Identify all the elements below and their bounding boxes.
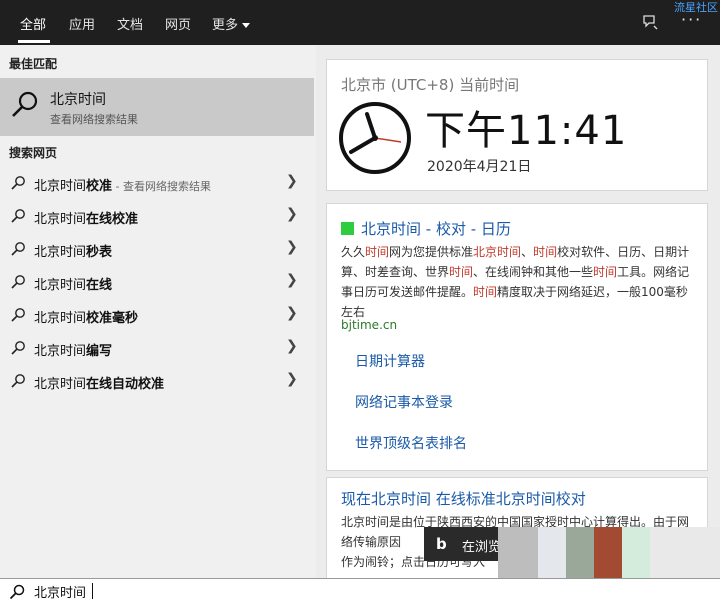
best-match-title: 北京时间 <box>50 92 106 108</box>
suggestion-text: 北京时间校准 - 查看网络搜索结果 <box>34 175 211 194</box>
clock-date: 2020年4月21日 <box>427 159 532 175</box>
chevron-right-icon[interactable]: ❯ <box>286 272 298 288</box>
suggestion-completion: 在线自动校准 <box>86 377 165 392</box>
suggestion-prefix: 北京时间 <box>34 344 87 359</box>
chevron-right-icon[interactable]: ❯ <box>286 206 298 222</box>
suggestion-completion: 在线校准 <box>86 212 139 227</box>
suggestion-prefix: 北京时间 <box>34 179 87 194</box>
search-icon <box>10 90 40 124</box>
suggestion-text: 北京时间在线自动校准 <box>34 373 164 392</box>
text-cursor <box>92 583 93 599</box>
search-icon <box>10 274 26 294</box>
search-icon <box>10 241 26 261</box>
preview-panel: 北京市 (UTC+8) 当前时间 下午11:41 2020年4月21日 北京时间… <box>316 45 720 578</box>
web-result-card: 北京时间 - 校对 - 日历 久久时间网为您提供标准北京时间、时间校对软件、日历… <box>326 203 708 471</box>
clock-time: 下午11:41 <box>425 108 628 154</box>
suggestion-item[interactable]: 北京时间在线自动校准 ❯ <box>0 365 314 398</box>
suggestion-completion: 秒表 <box>86 245 113 260</box>
result-title-link[interactable]: 北京时间 - 校对 - 日历 <box>361 218 511 239</box>
suggestion-prefix: 北京时间 <box>34 311 87 326</box>
search-icon <box>10 208 26 228</box>
suggestion-completion: 在线 <box>86 278 113 293</box>
watermark-text: 流星社区 <box>674 1 718 14</box>
suggestion-hint: - 查看网络搜索结果 <box>112 180 211 193</box>
suggestion-item[interactable]: 北京时间在线校准 ❯ <box>0 200 314 233</box>
search-icon <box>10 340 26 360</box>
result-url[interactable]: bjtime.cn <box>341 318 397 332</box>
result-snippet: 久久时间网为您提供标准北京时间、时间校对软件、日历、日期计算、时差查询、世界时间… <box>341 245 690 319</box>
suggestion-item[interactable]: 北京时间在线 ❯ <box>0 266 314 299</box>
search-icon <box>10 307 26 327</box>
tab-more-label: 更多 <box>212 18 239 33</box>
suggestion-completion: 校准毫秒 <box>86 311 139 326</box>
feedback-icon[interactable] <box>641 13 659 35</box>
clock-card: 北京市 (UTC+8) 当前时间 下午11:41 2020年4月21日 <box>326 59 708 191</box>
clock-city: 北京市 (UTC+8) 当前时间 <box>341 76 520 94</box>
tab-more[interactable]: 更多 <box>212 14 251 33</box>
suggestion-item[interactable]: 北京时间校准毫秒 ❯ <box>0 299 314 332</box>
tab-documents[interactable]: 文档 <box>117 14 143 33</box>
suggestion-completion: 编写 <box>86 344 113 359</box>
search-icon <box>10 175 26 195</box>
suggestion-item[interactable]: 北京时间编写 ❯ <box>0 332 314 365</box>
result-2-title-link[interactable]: 现在北京时间 在线标准北京时间校对 <box>341 488 586 509</box>
tab-apps[interactable]: 应用 <box>69 14 95 33</box>
clock-icon <box>337 100 413 180</box>
best-match-subtitle: 查看网络搜索结果 <box>50 113 138 126</box>
site-favicon-icon <box>341 222 354 235</box>
suggestion-completion: 校准 <box>86 179 113 194</box>
suggestion-prefix: 北京时间 <box>34 245 87 260</box>
suggestion-text: 北京时间秒表 <box>34 241 112 260</box>
bing-logo-icon: b <box>436 535 447 553</box>
suggestion-text: 北京时间校准毫秒 <box>34 307 138 326</box>
suggestion-prefix: 北京时间 <box>34 377 87 392</box>
suggestion-text: 北京时间在线校准 <box>34 208 138 227</box>
tab-web[interactable]: 网页 <box>165 14 191 33</box>
top-bar: 全部 应用 文档 网页 更多 ··· 流星社区 <box>0 0 720 45</box>
best-match-label: 最佳匹配 <box>9 57 58 71</box>
suggestion-text: 北京时间在线 <box>34 274 112 293</box>
search-bar <box>0 578 720 604</box>
search-icon <box>10 373 26 393</box>
chevron-down-icon <box>242 23 251 28</box>
chevron-right-icon[interactable]: ❯ <box>286 239 298 255</box>
chevron-right-icon[interactable]: ❯ <box>286 173 298 189</box>
suggestion-prefix: 北京时间 <box>34 212 87 227</box>
sitelink-watch-ranking[interactable]: 世界顶级名表排名 <box>355 433 467 453</box>
chevron-right-icon[interactable]: ❯ <box>286 338 298 354</box>
search-web-label: 搜索网页 <box>9 146 58 160</box>
suggestion-text: 北京时间编写 <box>34 340 112 359</box>
suggestion-item[interactable]: 北京时间校准 - 查看网络搜索结果 ❯ <box>0 167 314 200</box>
active-tab-indicator <box>18 40 50 43</box>
best-match-item[interactable]: 北京时间 查看网络搜索结果 <box>0 78 314 136</box>
suggestion-prefix: 北京时间 <box>34 278 87 293</box>
search-icon <box>9 584 25 604</box>
chevron-right-icon[interactable]: ❯ <box>286 305 298 321</box>
suggestion-item[interactable]: 北京时间秒表 ❯ <box>0 233 314 266</box>
tab-all[interactable]: 全部 <box>20 14 46 33</box>
sitelink-notebook-login[interactable]: 网络记事本登录 <box>355 392 453 412</box>
search-input[interactable] <box>34 582 454 600</box>
chevron-right-icon[interactable]: ❯ <box>286 371 298 387</box>
results-panel: 最佳匹配 北京时间 查看网络搜索结果 搜索网页 北京时间校准 - 查看网络搜索结… <box>0 45 316 578</box>
sitelink-date-calculator[interactable]: 日期计算器 <box>355 351 425 371</box>
